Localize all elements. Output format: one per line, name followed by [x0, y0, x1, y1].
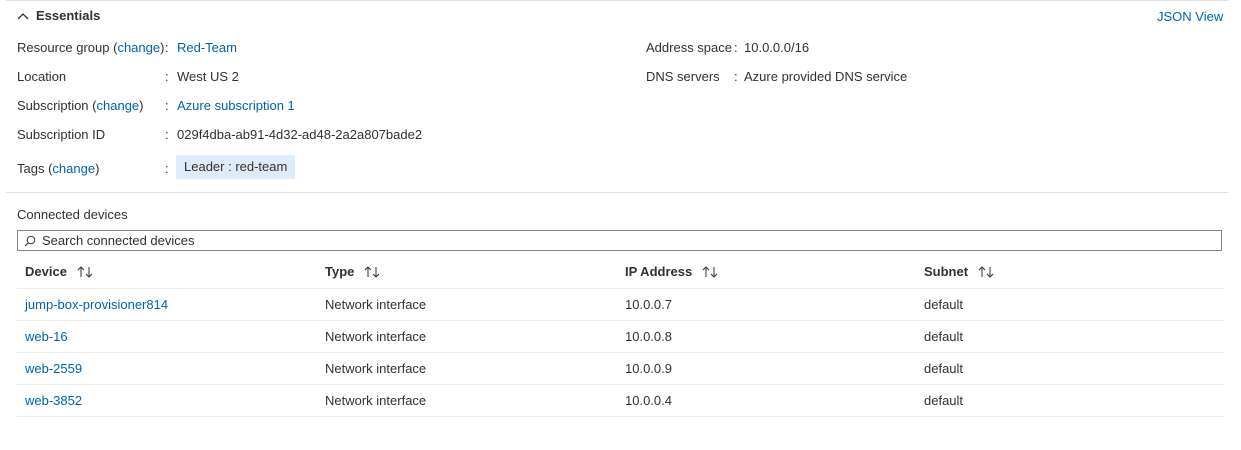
- tags-change-link[interactable]: change: [52, 161, 95, 176]
- table-row: web-3852 Network interface 10.0.0.4 defa…: [17, 385, 1224, 417]
- essentials-toggle[interactable]: Essentials: [17, 8, 100, 23]
- top-border: [6, 0, 1228, 1]
- device-ip: 10.0.0.7: [625, 297, 672, 312]
- chevron-up-icon: [17, 12, 29, 19]
- subscription-change-link[interactable]: change: [97, 98, 140, 113]
- column-header-device[interactable]: Device: [25, 264, 93, 279]
- device-subnet: default: [924, 361, 964, 376]
- essentials-title: Essentials: [36, 8, 101, 23]
- table-header: Device Type IP Address Subnet: [17, 256, 1224, 289]
- device-link[interactable]: web-3852: [25, 393, 82, 408]
- table-row: web-2559 Network interface 10.0.0.9 defa…: [17, 353, 1224, 385]
- resource-group-row: Resource group (change) : Red-Team: [17, 39, 617, 57]
- resource-group-link[interactable]: Red-Team: [177, 39, 237, 57]
- colon: :: [165, 69, 169, 84]
- resource-group-change-link[interactable]: change: [117, 40, 160, 55]
- device-subnet: default: [924, 393, 964, 408]
- subscription-id-row: Subscription ID : 029f4dba-ab91-4d32-ad4…: [17, 126, 617, 144]
- tags-label: Tags (change): [17, 161, 100, 176]
- sort-icon: [702, 265, 718, 278]
- address-space-value: 10.0.0.0/16: [744, 40, 810, 55]
- dns-servers-value: Azure provided DNS service: [744, 69, 908, 84]
- subscription-link[interactable]: Azure subscription 1: [177, 97, 295, 115]
- address-space-row: Address space : 10.0.0.0/16: [646, 39, 1206, 57]
- sort-icon: [364, 265, 380, 278]
- device-link[interactable]: jump-box-provisioner814: [25, 297, 168, 312]
- device-type: Network interface: [325, 297, 427, 312]
- subscription-id-label: Subscription ID: [17, 127, 106, 142]
- device-ip: 10.0.0.9: [625, 361, 672, 376]
- dns-servers-row: DNS servers : Azure provided DNS service: [646, 68, 1206, 86]
- search-icon: [24, 235, 36, 246]
- device-ip: 10.0.0.4: [625, 393, 672, 408]
- colon: :: [165, 40, 169, 55]
- column-header-type[interactable]: Type: [325, 264, 380, 279]
- colon: :: [165, 127, 169, 142]
- device-type: Network interface: [325, 329, 427, 344]
- location-value: West US 2: [177, 69, 239, 84]
- search-box[interactable]: [17, 230, 1222, 251]
- colon: :: [734, 69, 738, 84]
- json-view-link[interactable]: JSON View: [1157, 9, 1223, 24]
- colon: :: [734, 40, 738, 55]
- search-input[interactable]: [42, 233, 1221, 248]
- device-ip: 10.0.0.8: [625, 329, 672, 344]
- device-subnet: default: [924, 329, 964, 344]
- devices-table: Device Type IP Address Subnet jump-box-p…: [17, 256, 1224, 417]
- tag-chip[interactable]: Leader : red-team: [176, 155, 296, 179]
- resource-group-label: Resource group (change): [17, 40, 165, 55]
- dns-servers-label: DNS servers: [646, 69, 720, 84]
- tags-row: Tags (change) : Leader : red-team: [17, 155, 617, 179]
- device-link[interactable]: web-16: [25, 329, 68, 344]
- table-row: jump-box-provisioner814 Network interfac…: [17, 289, 1224, 321]
- subscription-id-value: 029f4dba-ab91-4d32-ad48-2a2a807bade2: [177, 127, 423, 142]
- device-link[interactable]: web-2559: [25, 361, 82, 376]
- section-divider: [6, 192, 1228, 193]
- colon: :: [165, 161, 169, 176]
- column-header-subnet[interactable]: Subnet: [924, 264, 994, 279]
- location-row: Location : West US 2: [17, 68, 617, 86]
- location-label: Location: [17, 69, 67, 84]
- subscription-row: Subscription (change) : Azure subscripti…: [17, 97, 617, 115]
- table-row: web-16 Network interface 10.0.0.8 defaul…: [17, 321, 1224, 353]
- device-type: Network interface: [325, 393, 427, 408]
- connected-devices-title: Connected devices: [17, 207, 128, 222]
- column-header-ip-address[interactable]: IP Address: [625, 264, 718, 279]
- device-type: Network interface: [325, 361, 427, 376]
- address-space-label: Address space: [646, 40, 732, 55]
- sort-icon: [978, 265, 994, 278]
- subscription-label: Subscription (change): [17, 98, 144, 113]
- colon: :: [165, 98, 169, 113]
- device-subnet: default: [924, 297, 964, 312]
- sort-icon: [77, 265, 93, 278]
